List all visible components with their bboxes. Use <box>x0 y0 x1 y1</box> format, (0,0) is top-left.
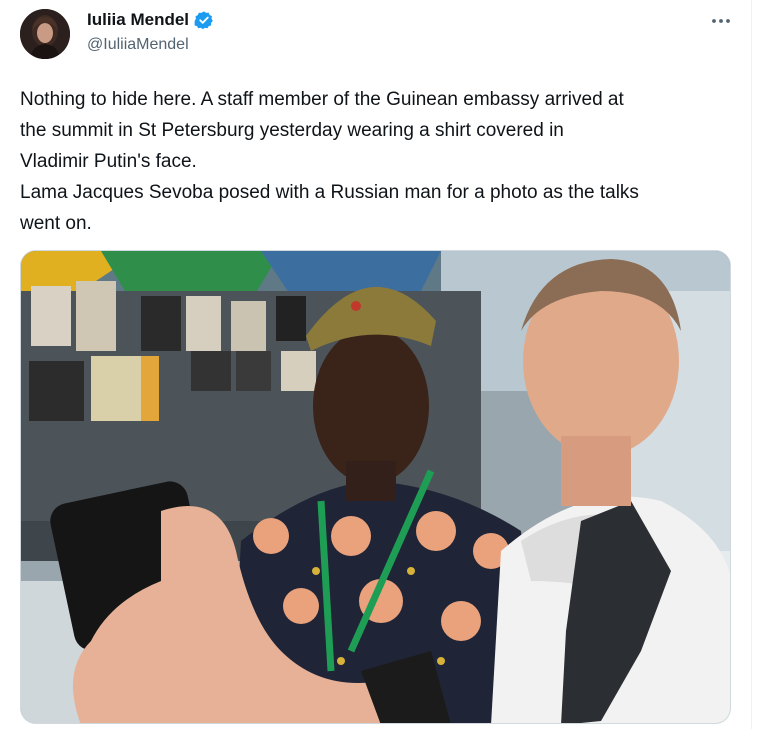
tweet-text-line: Nothing to hide here. A staff member of … <box>20 89 624 110</box>
tweet-text-line: the summit in St Petersburg yesterday we… <box>20 120 564 141</box>
tweet-text-line: Vladimir Putin's face. <box>20 151 197 172</box>
verified-badge-icon <box>194 10 214 30</box>
profile-photo-icon <box>20 9 70 59</box>
display-name[interactable]: Iuliia Mendel <box>87 10 189 30</box>
more-horizontal-icon <box>712 19 730 23</box>
divider <box>751 0 752 729</box>
avatar[interactable] <box>20 9 70 59</box>
tweet-text: Nothing to hide here. A staff member of … <box>20 84 740 239</box>
selfie-photo-icon <box>21 251 730 723</box>
more-options-button[interactable] <box>706 8 736 34</box>
author-handle[interactable]: @IuliiaMendel <box>87 36 189 54</box>
tweet-photo[interactable] <box>20 250 731 724</box>
tweet-text-line: Lama Jacques Sevoba posed with a Russian… <box>20 182 639 203</box>
tweet-text-line: went on. <box>20 213 92 234</box>
tweet-card[interactable]: Iuliia Mendel @IuliiaMendel Nothing to h… <box>0 0 770 729</box>
author-name-row[interactable]: Iuliia Mendel <box>87 10 214 30</box>
